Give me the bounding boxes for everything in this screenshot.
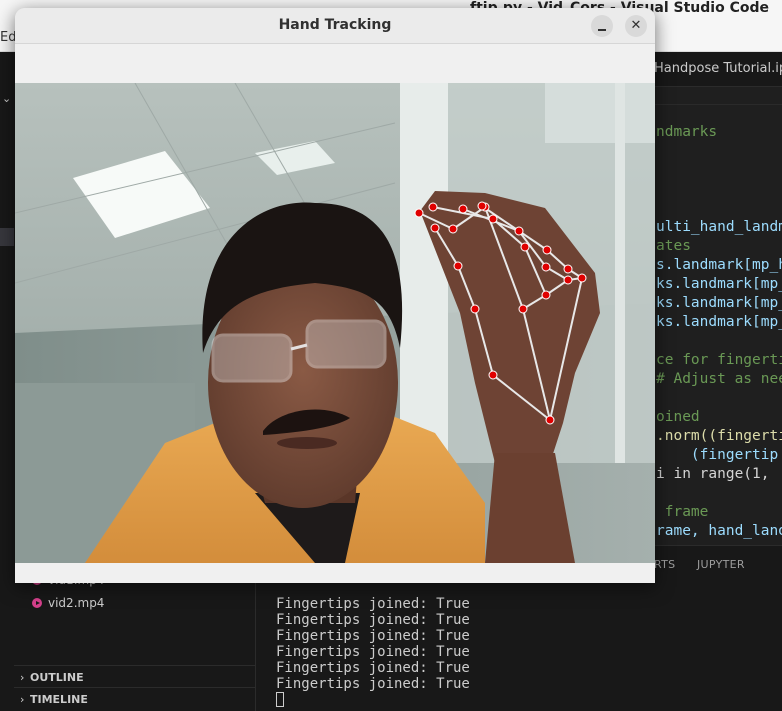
terminal-line: Fingertips joined: True — [276, 676, 470, 692]
terminal-line: Fingertips joined: True — [276, 628, 470, 644]
section-label: OUTLINE — [30, 671, 84, 684]
window-pillar — [400, 83, 448, 463]
landmark-point — [430, 223, 440, 233]
window-bottom-bar — [15, 563, 655, 583]
terminal-cursor — [276, 692, 284, 707]
code-line: ce for fingerti — [656, 352, 782, 368]
landmark-point — [520, 242, 530, 252]
code-line: i in range(1, — [656, 466, 779, 482]
mouth — [277, 437, 337, 449]
landmark-point — [488, 214, 498, 224]
code-line: ates — [656, 238, 691, 254]
minimize-button[interactable] — [591, 15, 613, 37]
terminal-line: Fingertips joined: True — [276, 644, 470, 660]
code-line: s.landmark[mp_h — [656, 257, 782, 273]
tab-jupyter[interactable]: JUPYTER — [697, 558, 745, 571]
landmark-point — [577, 273, 587, 283]
landmark-point — [563, 275, 573, 285]
hand-tracking-window: Hand Tracking ✕ — [15, 8, 655, 583]
video-file-icon — [32, 598, 42, 608]
landmark-point — [514, 226, 524, 236]
section-label: TIMELINE — [30, 693, 88, 706]
code-line: rame, hand_land — [656, 523, 782, 539]
code-line: ks.landmark[mp_ — [656, 276, 782, 292]
code-line: ks.landmark[mp_ — [656, 295, 782, 311]
editor-tab[interactable]: Handpose Tutorial.ipynb — [654, 61, 782, 76]
terminal-line: Fingertips joined: True — [276, 660, 470, 676]
landmark-point — [414, 208, 424, 218]
landmark-point — [541, 290, 551, 300]
chevron-down-icon[interactable]: ⌄ — [2, 92, 11, 105]
code-line: ulti_hand_landm — [656, 219, 782, 235]
landmark-point — [541, 262, 551, 272]
code-line: .norm((fingerti — [656, 428, 782, 444]
tab-ports[interactable]: RTS — [654, 558, 675, 571]
terminal[interactable]: Fingertips joined: True Fingertips joine… — [276, 596, 470, 708]
code-line: oined — [656, 409, 700, 425]
landmark-point — [453, 261, 463, 271]
window-titlebar[interactable]: Hand Tracking ✕ — [15, 8, 655, 44]
landmark-point — [545, 415, 555, 425]
timeline-section-header[interactable]: › TIMELINE — [14, 687, 256, 709]
chevron-right-icon: › — [20, 671, 25, 684]
code-line: ks.landmark[mp_ — [656, 314, 782, 330]
window-frame — [615, 83, 625, 463]
code-line: (fingertip — [656, 447, 779, 463]
terminal-line: Fingertips joined: True — [276, 612, 470, 628]
file-item-vid2[interactable]: vid2.mp4 — [32, 596, 104, 614]
outline-section-header[interactable]: › OUTLINE — [14, 665, 256, 687]
landmark-point — [542, 245, 552, 255]
code-line: frame — [656, 504, 709, 520]
activity-bar: ⌄ — [0, 52, 14, 711]
terminal-cursor-line — [276, 692, 470, 708]
glasses-left-lens — [211, 333, 293, 383]
glasses-right-lens — [305, 319, 387, 369]
camera-feed — [15, 83, 655, 563]
landmark-point — [477, 201, 487, 211]
window-toolbar — [15, 44, 655, 83]
minimize-icon — [598, 29, 606, 31]
file-name: vid2.mp4 — [48, 596, 105, 610]
close-icon: ✕ — [630, 18, 642, 33]
window-title: Hand Tracking — [278, 17, 392, 33]
landmark-point — [518, 304, 528, 314]
landmark-point — [428, 202, 438, 212]
landmark-point — [458, 204, 468, 214]
landmark-point — [563, 264, 573, 274]
code-line: # Adjust as nee — [656, 371, 782, 387]
landmark-point — [488, 370, 498, 380]
activity-selection-indicator — [0, 228, 14, 246]
chevron-right-icon: › — [20, 693, 25, 706]
code-line: ndmarks — [656, 124, 718, 140]
landmark-point — [448, 224, 458, 234]
landmark-point — [470, 304, 480, 314]
terminal-line: Fingertips joined: True — [276, 596, 470, 612]
close-button[interactable]: ✕ — [625, 15, 647, 37]
